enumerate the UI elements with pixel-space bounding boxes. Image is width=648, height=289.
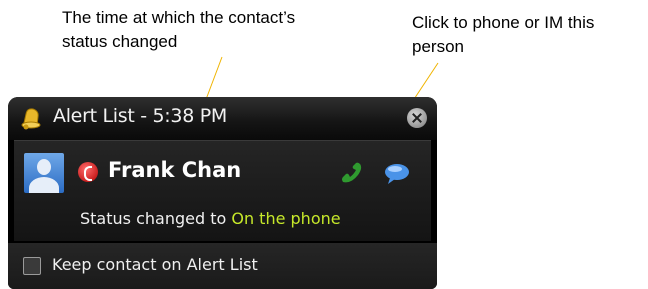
titlebar: Alert List - 5:38 PM	[8, 97, 437, 140]
contact-card: Frank Chan Status changed to On the phon…	[14, 140, 431, 241]
close-icon[interactable]	[407, 108, 427, 128]
status-line: Status changed to On the phone	[80, 209, 341, 228]
phone-icon[interactable]	[338, 161, 364, 187]
status-value: On the phone	[231, 209, 341, 228]
window-title: Alert List - 5:38 PM	[53, 105, 227, 127]
callout-phone-im: Click to phone or IM this person	[412, 13, 595, 56]
footer: Keep contact on Alert List	[8, 243, 437, 289]
status-prefix: Status changed to	[80, 209, 227, 228]
chat-bubble-icon[interactable]	[382, 161, 412, 187]
avatar	[24, 153, 64, 193]
presence-busy-icon	[78, 162, 98, 182]
bell-icon	[21, 108, 41, 130]
contact-name[interactable]: Frank Chan	[108, 158, 241, 182]
keep-contact-checkbox[interactable]	[23, 257, 41, 275]
alert-list-window: Alert List - 5:38 PM Frank Chan Status c…	[8, 97, 437, 289]
callout-status-time: The time at which the contact’s status c…	[62, 8, 296, 51]
keep-contact-label[interactable]: Keep contact on Alert List	[52, 255, 258, 274]
